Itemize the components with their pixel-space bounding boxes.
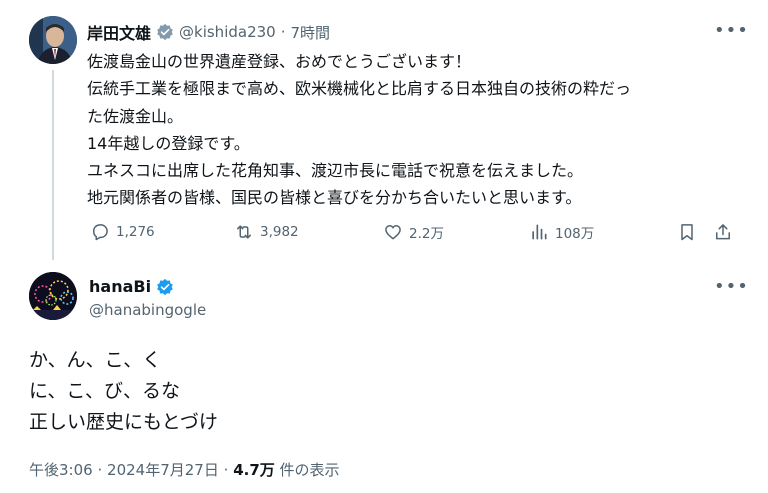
- analytics-bar-icon: [532, 224, 547, 240]
- repost-icon: [237, 225, 251, 239]
- heart-icon: [385, 225, 401, 240]
- post-text-line: 伝統手工業を極限まで高め、欧米機械化と比肩する日本独自の技術の粋だっ: [87, 79, 632, 99]
- more-options-button[interactable]: •••: [714, 20, 749, 41]
- reply-icon: [93, 224, 108, 241]
- reply-text-line: 正しい歴史にもとづけ: [29, 411, 218, 433]
- reply-button[interactable]: 1,276: [90, 221, 155, 243]
- reply-text: か、ん、こ、く に、こ、び、るな 正しい歴史にもとづけ: [29, 345, 218, 438]
- post-time[interactable]: 7時間: [290, 22, 330, 43]
- reply-text-line: に、こ、び、るな: [29, 380, 181, 402]
- author-name[interactable]: 岸田文雄: [87, 20, 151, 44]
- post-text-line: ユネスコに出席した花角知事、渡辺市長に電話で祝意を伝えました。: [87, 161, 584, 181]
- portrait-photo-icon: [29, 16, 77, 64]
- reply-text-line: か、ん、こ、く: [29, 349, 162, 371]
- views-count: 108万: [555, 226, 595, 242]
- meta-separator: ·: [97, 461, 103, 479]
- reply-header: hanaBi: [89, 277, 174, 296]
- repost-count: 3,982: [260, 224, 299, 240]
- reply-author-name[interactable]: hanaBi: [89, 277, 151, 296]
- more-horizontal-icon: •••: [714, 20, 749, 41]
- reply-more-options-button[interactable]: •••: [714, 276, 749, 297]
- bookmark-button[interactable]: [677, 221, 697, 243]
- header-separator: ·: [280, 23, 286, 41]
- post-timestamp-time[interactable]: 午後3:06: [29, 461, 93, 479]
- meta-separator: ·: [223, 461, 229, 479]
- verified-government-badge-icon: [157, 23, 173, 41]
- avatar[interactable]: [29, 16, 77, 64]
- author-handle[interactable]: @kishida230: [179, 23, 276, 41]
- reply-author-handle[interactable]: @hanabingogle: [89, 301, 206, 319]
- post-text-line: 地元関係者の皆様、国民の皆様と喜びを分かち合いたいと思います。: [87, 188, 582, 208]
- like-count: 2.2万: [409, 226, 444, 242]
- post-header: 岸田文雄 @kishida230 · 7時間: [87, 20, 330, 44]
- avatar[interactable]: [29, 272, 77, 320]
- view-count: 4.7万: [233, 461, 275, 479]
- more-horizontal-icon: •••: [714, 276, 749, 297]
- views-button[interactable]: 108万: [529, 221, 594, 243]
- post-text-line: 14年越しの登録です。: [87, 133, 250, 153]
- post-text-line: 佐渡島金山の世界遺産登録、おめでとうございます！: [87, 52, 472, 71]
- post-timestamp-date[interactable]: 2024年7月27日: [107, 461, 219, 479]
- fireworks-photo-icon: [29, 272, 77, 320]
- bookmark-icon: [681, 224, 693, 241]
- verified-badge-icon: [157, 278, 173, 295]
- thread-connector-line: [52, 70, 54, 260]
- post-text: 佐渡島金山の世界遺産登録、おめでとうございます！ 伝統手工業を極限まで高め、欧米…: [87, 48, 747, 212]
- like-button[interactable]: 2.2万: [383, 221, 444, 243]
- share-upload-icon: [716, 224, 730, 240]
- share-button[interactable]: [713, 221, 733, 243]
- post-text-line: た佐渡金山。: [87, 106, 184, 126]
- repost-button[interactable]: 3,982: [234, 221, 299, 243]
- view-count-label: 件の表示: [279, 461, 340, 479]
- reply-count: 1,276: [116, 224, 155, 240]
- post-meta-footer: 午後3:06 · 2024年7月27日 · 4.7万 件の表示: [29, 459, 340, 480]
